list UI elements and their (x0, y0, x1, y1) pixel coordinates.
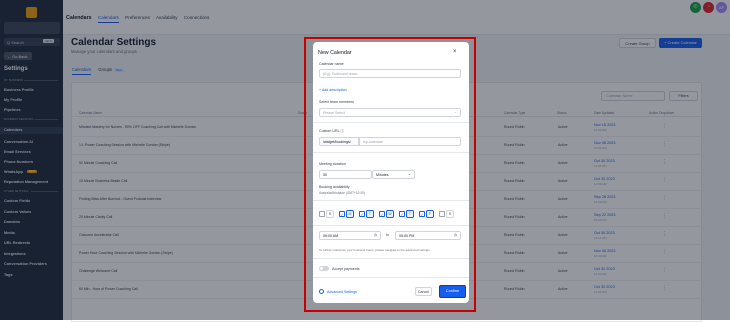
highlight-box (304, 37, 476, 312)
